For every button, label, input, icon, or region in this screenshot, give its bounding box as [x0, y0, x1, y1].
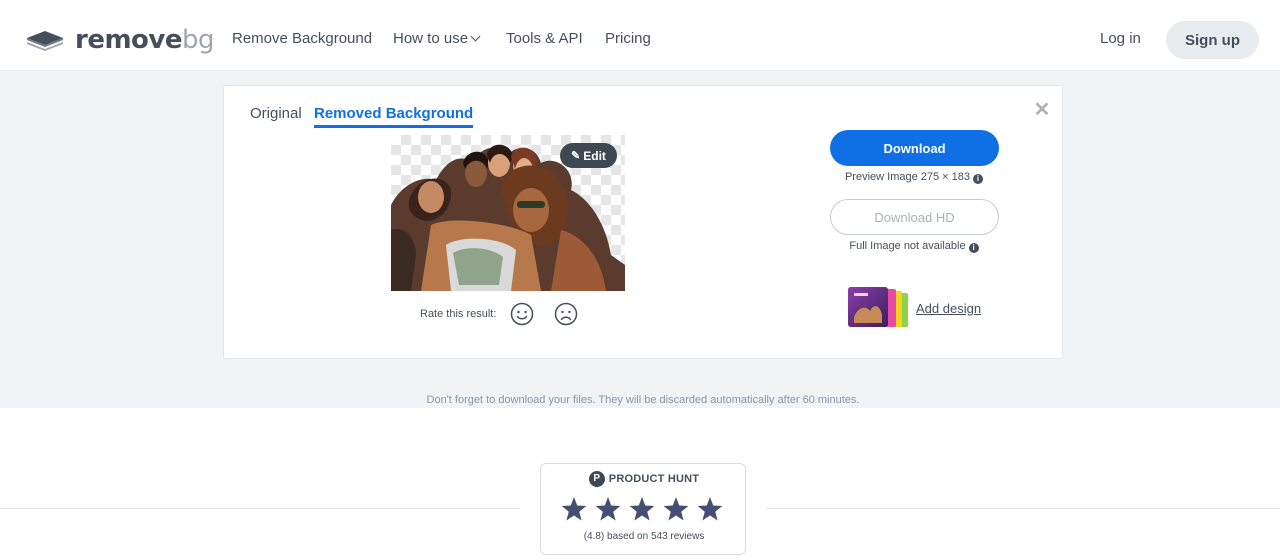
close-icon[interactable]: ✕ [1033, 100, 1051, 120]
add-design-link[interactable]: Add design [848, 287, 981, 329]
login-link[interactable]: Log in [1100, 30, 1141, 47]
star-icon [629, 497, 655, 521]
star-icon [561, 497, 587, 521]
full-image-info-text: Full Image not available [849, 240, 966, 252]
divider-left [0, 508, 520, 509]
result-card: Original Removed Background ✕ ✎ Edit Rate [223, 85, 1063, 359]
star-icon [697, 497, 723, 521]
info-icon[interactable]: i [968, 243, 979, 253]
logo-layers-icon [27, 31, 63, 51]
tab-original[interactable]: Original [250, 105, 302, 122]
design-templates-thumbnail [848, 287, 910, 329]
nav-remove-background[interactable]: Remove Background [232, 30, 372, 47]
product-hunt-reviews: (4.8) based on 543 reviews [583, 531, 705, 542]
nav-how-to-use-label: How to use [393, 30, 469, 47]
chevron-down-icon [470, 31, 481, 42]
result-preview-image: ✎ Edit [391, 135, 625, 291]
star-icon [595, 497, 621, 521]
nav-how-to-use[interactable]: How to use [393, 30, 481, 47]
discard-note: Don't forget to download your files. The… [426, 394, 860, 406]
download-button[interactable]: Download [830, 130, 999, 166]
sad-face-icon[interactable] [554, 302, 578, 326]
download-hd-button[interactable]: Download HD [830, 199, 999, 235]
product-hunt-logo-icon: P [588, 471, 605, 487]
design-cards-icon [848, 287, 908, 327]
rating-stars [561, 497, 723, 521]
removebg-logo[interactable]: removebg [26, 25, 215, 55]
star-icon [663, 497, 689, 521]
edit-button[interactable]: ✎ Edit [560, 143, 617, 168]
tab-removed-background[interactable]: Removed Background [314, 105, 474, 128]
full-image-info: Full Image not available i [804, 240, 1024, 253]
info-icon[interactable]: i [973, 174, 984, 184]
nav-pricing[interactable]: Pricing [605, 30, 651, 47]
preview-info: Preview Image 275 × 183 i [804, 171, 1024, 184]
preview-info-text: Preview Image 275 × 183 [844, 171, 971, 183]
add-design-label: Add design [916, 300, 982, 316]
top-header: removebg Remove Background How to use To… [0, 0, 1280, 71]
product-hunt-label: PRODUCT HUNT [608, 473, 700, 485]
product-hunt-badge[interactable]: P PRODUCT HUNT (4.8) based on 543 review… [540, 463, 746, 555]
divider-right [766, 508, 1280, 509]
rate-label: Rate this result: [420, 308, 497, 320]
edit-label: Edit [583, 148, 606, 163]
product-hunt-title: P PRODUCT HUNT [541, 471, 747, 487]
signup-button[interactable]: Sign up [1166, 21, 1259, 59]
nav-tools-api[interactable]: Tools & API [506, 30, 583, 47]
smiley-face-icon[interactable] [510, 302, 534, 326]
rating-row: Rate this result: [420, 302, 578, 326]
pencil-icon: ✎ [571, 150, 581, 162]
logo-wordmark: removebg [75, 25, 215, 55]
